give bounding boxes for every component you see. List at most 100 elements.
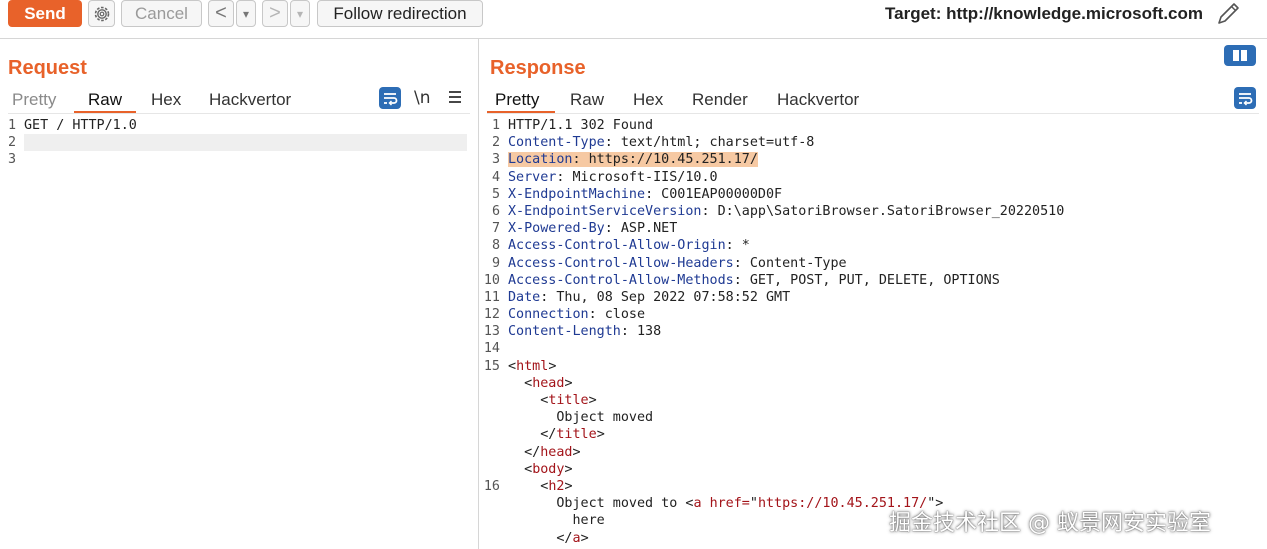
response-viewer[interactable]: 1 HTTP/1.1 302 Found 2 Content-Type: text/h… [481, 117, 1064, 547]
cancel-button[interactable]: Cancel [121, 0, 202, 27]
response-tab-baseline [487, 113, 1259, 114]
response-line: Object moved [481, 409, 1064, 426]
code-token: Content-Length [508, 324, 621, 340]
response-line: 7 X-Powered-By: ASP.NET [481, 220, 1064, 237]
response-line: 3 Location: https://10.45.251.17/ [481, 151, 1064, 168]
code-token: title [556, 427, 597, 443]
line-number: 11 [483, 289, 500, 305]
code-token: </ [508, 444, 541, 460]
code-token: X-Powered-By [508, 221, 605, 237]
request-line[interactable]: 1 GET / HTTP/1.0 [0, 117, 137, 134]
code-token: > [548, 358, 557, 374]
edit-target-button[interactable] [1214, 0, 1244, 28]
code-token: : Microsoft-IIS/10.0 [556, 169, 718, 185]
response-line: 16 <h2> [481, 478, 1064, 495]
code-token: : 138 [620, 324, 662, 340]
response-line: </title> [481, 426, 1064, 443]
send-button[interactable]: Send [8, 0, 82, 27]
response-line: 10 Access-Control-Allow-Methods: GET, POS… [481, 272, 1064, 289]
code-token: Access-Control-Allow-Methods [508, 272, 734, 288]
code-token: : ASP.NET [604, 221, 678, 237]
code-token: < [508, 358, 517, 374]
code-token: > [572, 444, 581, 460]
toolbar-divider [0, 38, 1267, 39]
forward-history-dropdown[interactable]: ▾ [290, 0, 310, 27]
settings-gear-button[interactable] [88, 0, 115, 27]
wrap-lines-icon [384, 93, 398, 106]
code-token: : GET, POST, PUT, DELETE, OPTIONS [733, 272, 1000, 288]
line-number: 15 [483, 358, 500, 374]
response-line: <head> [481, 375, 1064, 392]
code-token: head [532, 375, 565, 391]
back-button[interactable]: < [208, 0, 234, 27]
forward-button[interactable]: > [262, 0, 288, 27]
request-show-newlines-button[interactable]: \n [414, 88, 431, 108]
request-wrap-lines-button[interactable] [379, 87, 401, 109]
response-line: 1 HTTP/1.1 302 Found [481, 117, 1064, 134]
code-token: Content-Type [508, 135, 605, 151]
back-history-dropdown[interactable]: ▾ [236, 0, 256, 27]
line-number: 8 [491, 238, 500, 254]
request-editor[interactable]: 1 GET / HTTP/1.0 2 3 [0, 117, 137, 169]
line-number: 16 [483, 478, 500, 494]
request-menu-button[interactable] [447, 87, 463, 112]
line-number: 4 [491, 169, 500, 185]
line-number: 10 [483, 272, 500, 288]
code-token: > [588, 393, 597, 408]
response-line: </head> [481, 444, 1064, 461]
code-token: < [508, 393, 549, 408]
code-token: Access-Control-Allow-Headers [508, 255, 734, 271]
target-label: Target: http://knowledge.microsoft.com [885, 4, 1203, 23]
request-tab-baseline [8, 113, 470, 114]
request-line[interactable]: 3 [0, 151, 137, 168]
response-tab-hackvertor[interactable]: Hackvertor [777, 90, 859, 110]
code-token: X-EndpointMachine [508, 186, 646, 202]
code-token: : Thu, 08 Sep 2022 07:58:52 GMT [540, 289, 791, 305]
code-token: < [508, 461, 533, 477]
code-token: html [516, 358, 549, 374]
line-number: 1 [491, 118, 500, 133]
gear-icon [94, 6, 109, 21]
request-tab-hackvertor[interactable]: Hackvertor [209, 90, 291, 110]
response-line: 4 Server: Microsoft-IIS/10.0 [481, 169, 1064, 186]
layout-toggle-button[interactable] [1224, 45, 1256, 66]
request-tab-raw[interactable]: Raw [88, 90, 122, 110]
line-number: 1 [7, 118, 16, 133]
line-number: 2 [491, 135, 500, 151]
response-tab-hex[interactable]: Hex [633, 90, 663, 110]
code-token: h2 [548, 478, 565, 494]
response-tab-render[interactable]: Render [692, 90, 748, 110]
code-token: : * [725, 238, 750, 254]
response-line: <title> [481, 392, 1064, 409]
toolbar: Send Cancel < ▾ > ▾ Follow redirection T… [0, 0, 1267, 34]
code-token: Server [508, 169, 557, 185]
request-tab-hex[interactable]: Hex [151, 90, 181, 110]
response-line: 15 <html> [481, 358, 1064, 375]
code-token: a [572, 530, 581, 546]
watermark: 掘金技术社区 @ 蚁景网安实验室 [889, 511, 1211, 536]
response-wrap-lines-button[interactable] [1234, 87, 1256, 109]
request-line[interactable]: 2 [0, 134, 137, 151]
panel-divider[interactable] [478, 39, 479, 549]
code-token: > [596, 427, 605, 443]
response-line: 12 Connection: close [481, 306, 1064, 323]
code-token: X-EndpointServiceVersion [508, 203, 702, 219]
code-token: here [508, 513, 605, 529]
line-number: 14 [483, 341, 500, 357]
code-token: a [693, 496, 710, 512]
response-line: 2 Content-Type: text/html; charset=utf-8 [481, 134, 1064, 151]
request-title: Request [8, 57, 87, 79]
code-token: Connection [508, 307, 589, 323]
response-title: Response [490, 57, 586, 79]
request-tab-pretty[interactable]: Pretty [12, 90, 56, 110]
response-line: 11 Date: Thu, 08 Sep 2022 07:58:52 GMT [481, 289, 1064, 306]
response-tab-pretty[interactable]: Pretty [495, 90, 539, 110]
line-number: 6 [491, 203, 500, 219]
follow-redirection-button[interactable]: Follow redirection [317, 0, 483, 27]
line-number: 12 [483, 307, 500, 323]
line-number: 3 [491, 152, 500, 168]
pencil-icon [1218, 3, 1239, 24]
code-token: : Content-Type [733, 255, 847, 271]
response-tab-raw[interactable]: Raw [570, 90, 604, 110]
code-token: body [532, 461, 565, 477]
